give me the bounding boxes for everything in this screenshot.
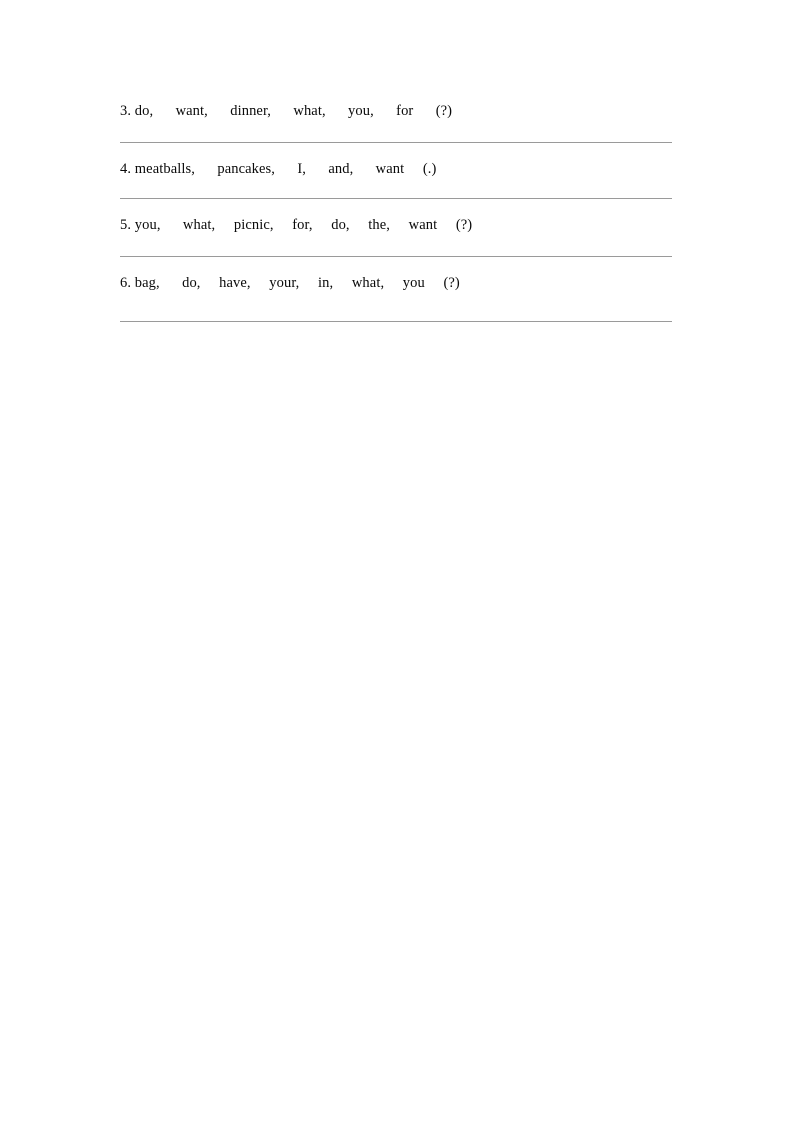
exercise-text-6: 6. bag, do, have, your, in, what, you (?…: [120, 274, 460, 291]
worksheet-page: 3. do, want, dinner, what, you, for (?) …: [0, 0, 793, 1122]
exercise-text-4: 4. meatballs, pancakes, I, and, want (.): [120, 160, 437, 177]
exercise-item-4: 4. meatballs, pancakes, I, and, want (.): [120, 143, 672, 199]
exercise-item-5: 5. you, what, picnic, for, do, the, want…: [120, 199, 672, 257]
exercise-text-5: 5. you, what, picnic, for, do, the, want…: [120, 217, 473, 233]
exercise-item-3: 3. do, want, dinner, what, you, for (?): [120, 98, 672, 143]
answer-line-6[interactable]: [120, 321, 672, 322]
exercise-item-6: 6. bag, do, have, your, in, what, you (?…: [120, 257, 672, 322]
exercise-text-3: 3. do, want, dinner, what, you, for (?): [120, 103, 453, 119]
exercise-list: 3. do, want, dinner, what, you, for (?) …: [120, 98, 672, 322]
